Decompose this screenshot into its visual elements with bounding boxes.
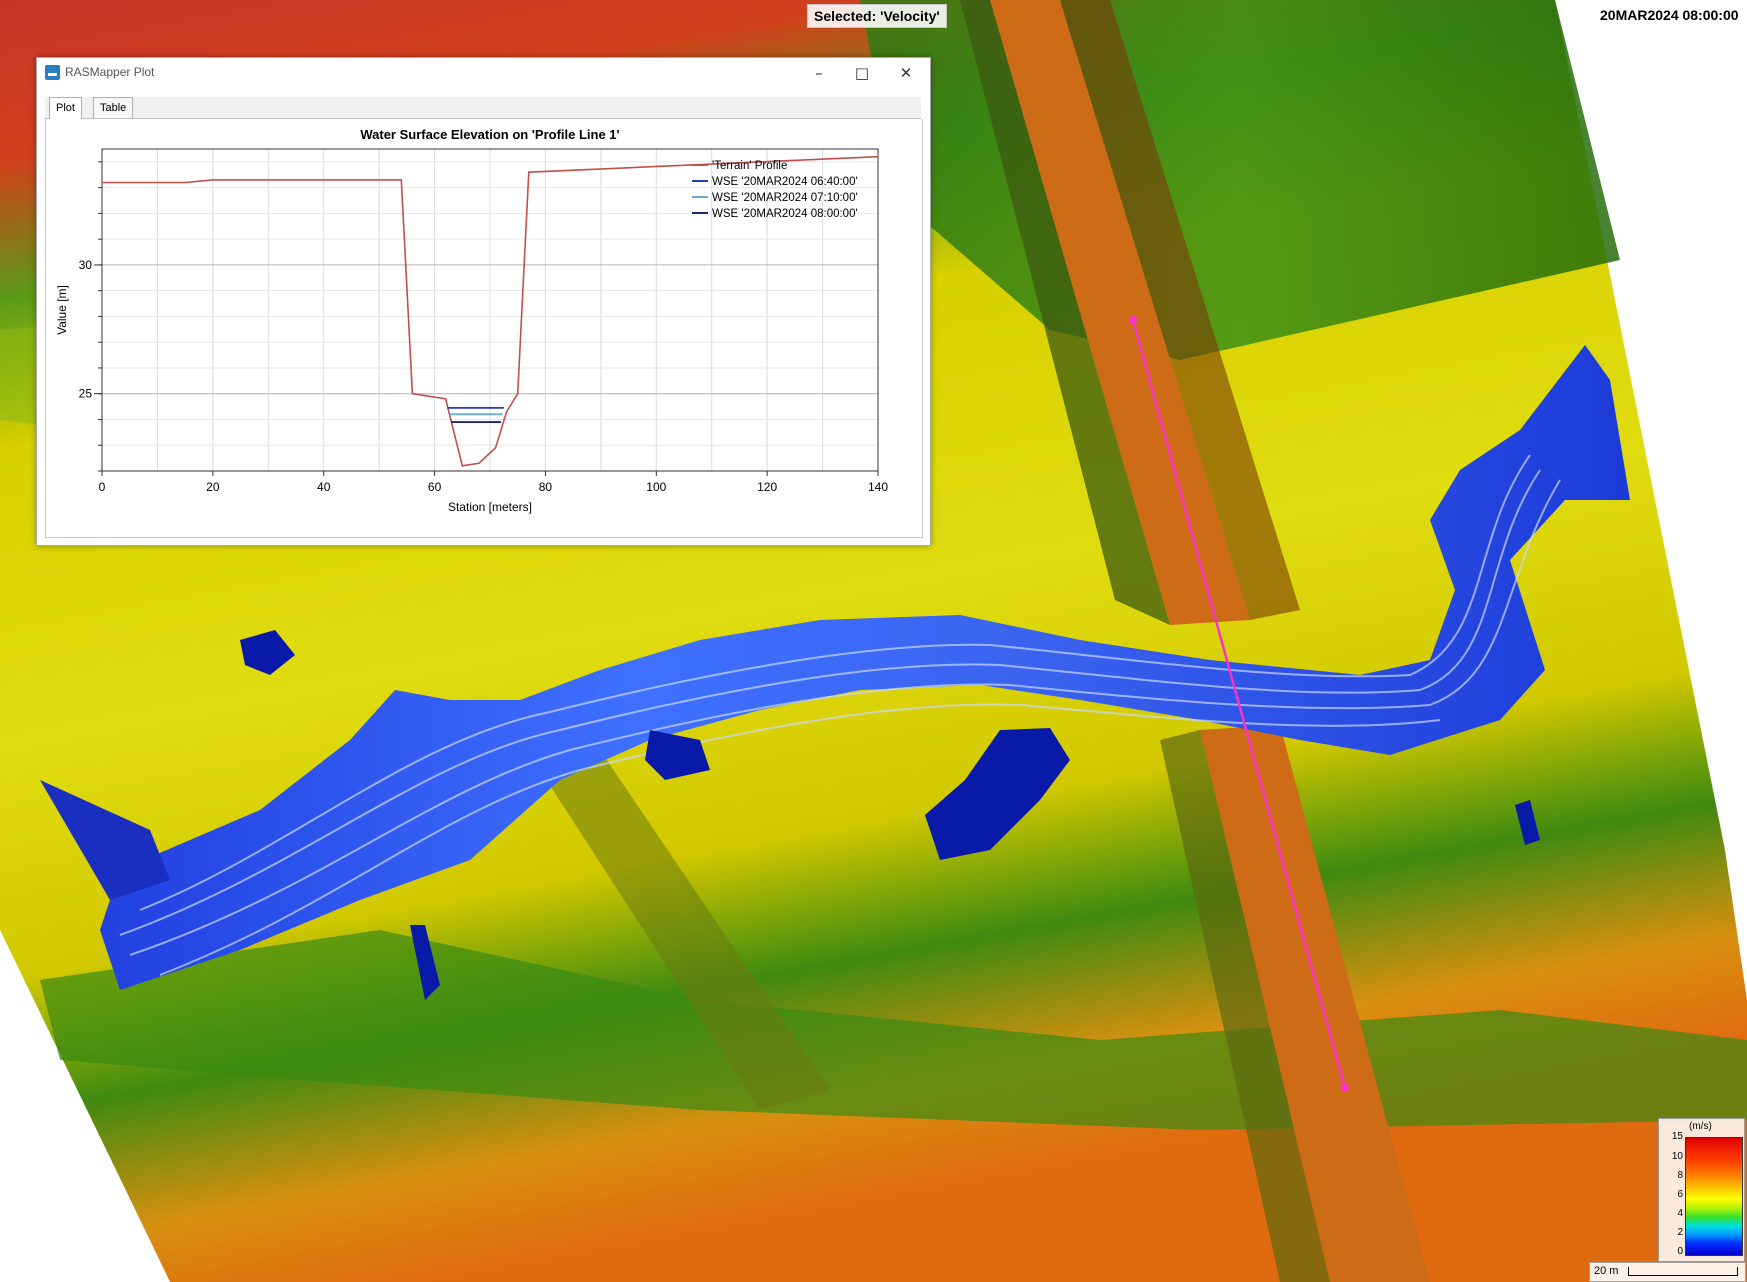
- scale-bar: 20 m: [1589, 1262, 1746, 1282]
- x-tick-label: 60: [428, 480, 442, 494]
- velocity-legend: (m/s) 15 10 8 6 4 2 0: [1658, 1118, 1745, 1262]
- legend-color-bar: [1685, 1137, 1743, 1256]
- tab-plot[interactable]: Plot: [49, 97, 82, 119]
- window-titlebar[interactable]: RASMapper Plot – □ ✕: [37, 58, 930, 88]
- scale-label: 20 m: [1594, 1265, 1619, 1277]
- timestamp-label: 20MAR2024 08:00:00: [1594, 4, 1745, 26]
- x-tick-label: 40: [317, 480, 331, 494]
- legend-unit: (m/s): [1689, 1121, 1712, 1132]
- legend-tick: 15: [1671, 1131, 1683, 1142]
- legend-tick: 10: [1671, 1151, 1683, 1162]
- tab-table[interactable]: Table: [93, 97, 134, 118]
- rasmapper-plot-window[interactable]: RASMapper Plot – □ ✕ Plot Table Water Su…: [36, 57, 931, 546]
- plot-area[interactable]: Water Surface Elevation on 'Profile Line…: [45, 119, 923, 538]
- y-tick-label: 25: [79, 387, 93, 401]
- x-tick-label: 0: [99, 480, 106, 494]
- legend-tick: 4: [1677, 1208, 1683, 1219]
- y-axis-label: Value [m]: [55, 285, 69, 335]
- legend-entry: 'Terrain' Profile: [712, 160, 787, 172]
- y-tick-label: 30: [79, 258, 93, 272]
- x-tick-label: 100: [646, 480, 666, 494]
- x-tick-label: 80: [539, 480, 553, 494]
- legend-entry: WSE '20MAR2024 06:40:00': [712, 176, 858, 188]
- wse-profile-chart[interactable]: Water Surface Elevation on 'Profile Line…: [46, 119, 922, 537]
- close-button[interactable]: ✕: [886, 62, 926, 84]
- x-axis-label: Station [meters]: [448, 500, 532, 514]
- window-title: RASMapper Plot: [65, 65, 155, 79]
- legend-entry: WSE '20MAR2024 08:00:00': [712, 208, 858, 220]
- maximize-button[interactable]: □: [842, 62, 882, 84]
- tab-strip: Plot Table: [45, 97, 921, 119]
- minimize-button[interactable]: –: [799, 62, 839, 84]
- selected-layer-label: Selected: 'Velocity': [807, 4, 947, 28]
- x-tick-label: 20: [206, 480, 220, 494]
- x-tick-label: 140: [868, 480, 888, 494]
- chart-title: Water Surface Elevation on 'Profile Line…: [360, 127, 619, 142]
- x-tick-label: 120: [757, 480, 777, 494]
- rasmapper-app-icon: [45, 65, 60, 80]
- legend-tick: 6: [1677, 1189, 1683, 1200]
- legend-entry: WSE '20MAR2024 07:10:00': [712, 192, 858, 204]
- legend-tick: 2: [1677, 1227, 1683, 1238]
- legend-tick: 8: [1677, 1170, 1683, 1181]
- legend-tick: 0: [1677, 1246, 1683, 1257]
- scale-bar-graphic: [1628, 1267, 1738, 1276]
